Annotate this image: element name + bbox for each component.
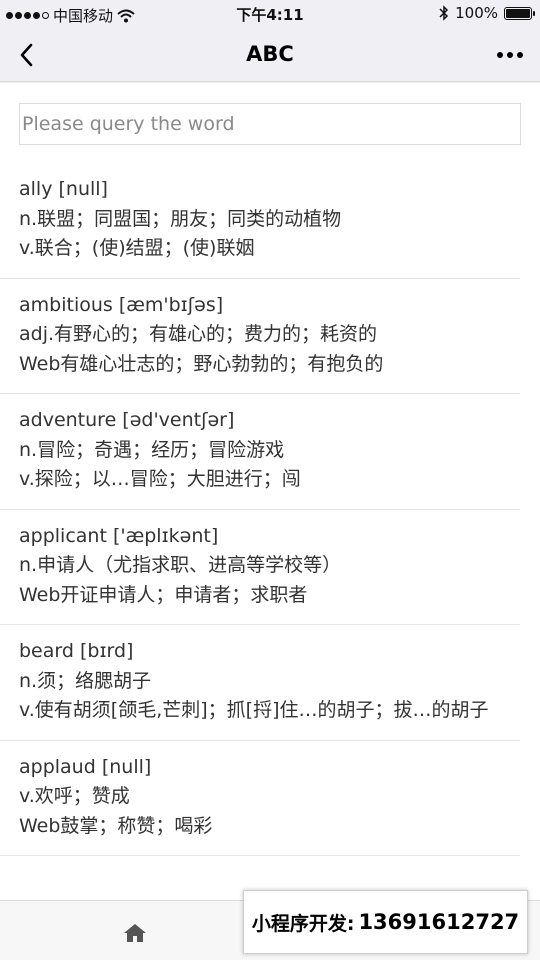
word-headword: applicant ['æplɪkənt] [19,524,219,547]
bluetooth-icon [439,5,449,21]
word-item[interactable]: ally [null] n.联盟；同盟国；朋友；同类的动植物 v.联合；(使)结盟；… [0,163,520,279]
battery-icon [504,6,535,20]
battery-fill [506,8,530,18]
status-bar: 中国移动 下午4:11 100% [0,0,540,28]
word-content: ally [null] n.联盟；同盟国；朋友；同类的动植物 v.联合；(使)结盟；… [0,83,540,900]
word-definition: n.联盟；同盟国；朋友；同类的动植物 [19,207,342,230]
word-headword: adventure [əd'ventʃər] [19,409,235,431]
status-right: 100% [439,4,535,22]
word-definition: n.申请人（尤指求职、进高等学校等） [19,554,342,576]
promo-label: 小程序开发: [251,912,355,935]
word-headword: ambitious [æm'bɪʃəs] [19,293,224,316]
word-headword: applaud [null] [19,755,152,778]
word-item[interactable]: applicant ['æplɪkənt] n.申请人（尤指求职、进高等学校等） W… [0,510,520,625]
word-definition: v.欢呼；赞成 [19,785,130,807]
word-definition: adj.有野心的；有雄心的；费力的；耗资的 [19,323,378,345]
word-definition: n.须；络腮胡子 [19,669,152,692]
word-item[interactable]: applaud [null] v.欢呼；赞成 Web鼓掌；称赞；喝彩 [0,741,520,856]
more-options-icon[interactable] [490,40,530,70]
word-headword: beard [bɪrd] [19,640,134,662]
word-item[interactable]: beard [bɪrd] n.须；络腮胡子 v.使有胡须[颌毛,芒刺]；抓[捋]住…… [0,625,520,741]
word-definition: Web有雄心壮志的；野心勃勃的；有抱负的 [19,352,384,375]
promo-phone-number: 13691612727 [358,910,520,934]
home-icon[interactable] [123,923,147,943]
word-item[interactable]: adventure [əd'ventʃər] n.冒险；奇遇；经历；冒险游戏 v.探… [0,394,520,510]
search-input[interactable] [19,103,521,145]
promo-badge: 小程序开发: 13691612727 [243,890,528,954]
battery-percent: 100% [455,4,498,22]
word-definition: n.冒险；奇遇；经历；冒险游戏 [19,438,285,461]
word-item[interactable]: ambitious [æm'bɪʃəs] adj.有野心的；有雄心的；费力的；耗资… [0,279,520,394]
word-definition: v.探险；以…冒险；大胆进行；闯 [19,468,301,490]
word-definition: v.使有胡须[颌毛,芒刺]；抓[捋]住…的胡子；拔…的胡子 [19,699,489,721]
word-definition: Web开证申请人；申请者；求职者 [19,583,308,606]
word-definition: v.联合；(使)结盟；(使)联姻 [19,237,255,259]
nav-bar: ABC [0,28,540,82]
word-list: ally [null] n.联盟；同盟国；朋友；同类的动植物 v.联合；(使)结盟；… [0,163,540,856]
word-definition: Web鼓掌；称赞；喝彩 [19,814,213,837]
word-headword: ally [null] [19,178,108,200]
page-title: ABC [246,42,294,66]
